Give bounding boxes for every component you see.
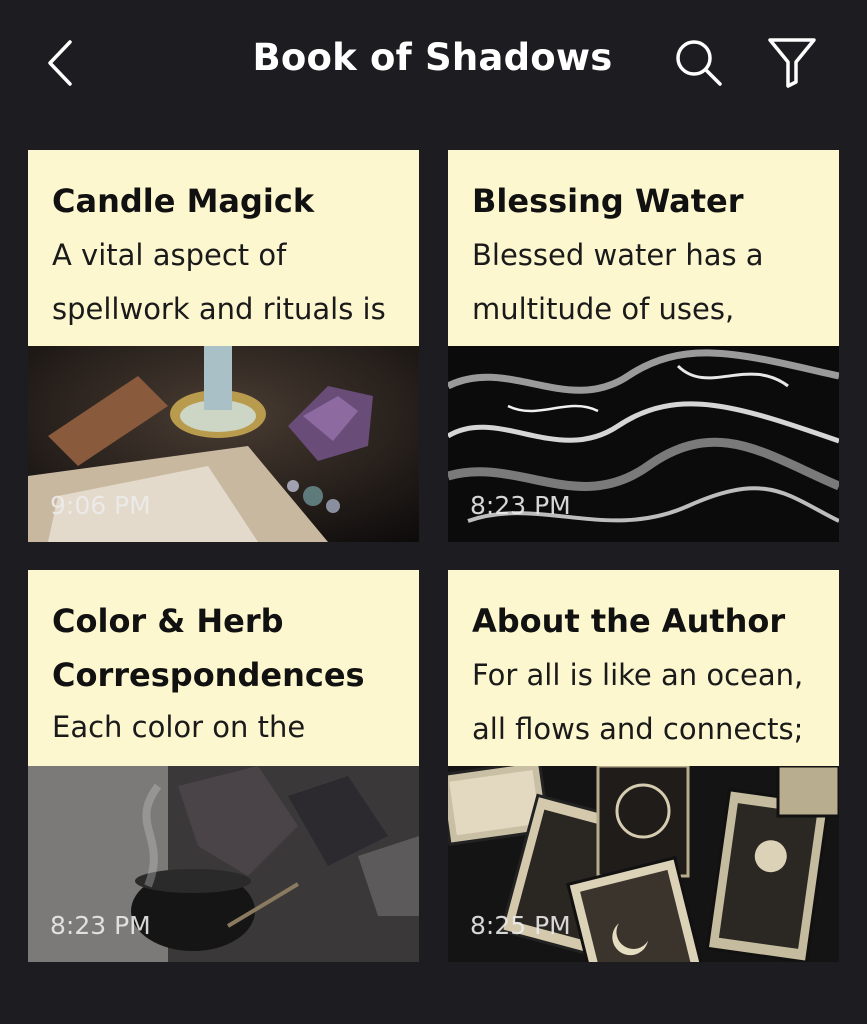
note-timestamp: 8:23 PM <box>470 491 571 520</box>
note-title: Blessing Water <box>472 182 744 220</box>
note-title-line: Color & Herb <box>52 602 284 640</box>
note-excerpt-line: Each color on the <box>52 710 306 744</box>
note-title: Candle Magick <box>52 182 315 220</box>
search-icon <box>676 40 722 86</box>
note-excerpt: Each color on the <box>52 700 403 754</box>
note-timestamp: 9:06 PM <box>50 491 151 520</box>
note-excerpt-line: all flows and connects; <box>472 712 804 746</box>
note-timestamp: 8:25 PM <box>470 911 571 940</box>
page-title: Book of Shadows <box>252 36 613 79</box>
cauldron-crystals-image: 8:23 PM <box>28 766 419 962</box>
note-excerpt-line: For all is like an ocean, <box>472 658 804 692</box>
note-excerpt: For all is like an ocean, all flows and … <box>472 648 823 756</box>
top-bar: Book of Shadows <box>0 0 867 120</box>
note-excerpt-line: Blessed water has a <box>472 238 764 272</box>
note-title: Color & Herb Correspondences <box>52 594 403 702</box>
search-button[interactable] <box>672 36 726 90</box>
note-card[interactable]: Blessing Water Blessed water has a multi… <box>448 150 839 542</box>
dark-water-ripples-image: 8:23 PM <box>448 346 839 542</box>
filter-icon <box>768 38 816 88</box>
note-title: About the Author <box>472 602 786 640</box>
note-excerpt-line: multitude of uses, <box>472 292 735 326</box>
note-card[interactable]: About the Author For all is like an ocea… <box>448 570 839 962</box>
note-excerpt: A vital aspect of spellwork and rituals … <box>52 228 403 336</box>
note-card[interactable]: Candle Magick A vital aspect of spellwor… <box>28 150 419 542</box>
note-card[interactable]: Color & Herb Correspondences Each color … <box>28 570 419 962</box>
note-excerpt-line: A vital aspect of <box>52 238 287 272</box>
note-excerpt: Blessed water has a multitude of uses, <box>472 228 823 336</box>
candle-crystals-image: 9:06 PM <box>28 346 419 542</box>
note-excerpt-line: spellwork and rituals is <box>52 292 386 326</box>
filter-button[interactable] <box>764 34 820 90</box>
note-timestamp: 8:23 PM <box>50 911 151 940</box>
note-title-line: Correspondences <box>52 656 365 694</box>
tarot-cards-image: 8:25 PM <box>448 766 839 962</box>
